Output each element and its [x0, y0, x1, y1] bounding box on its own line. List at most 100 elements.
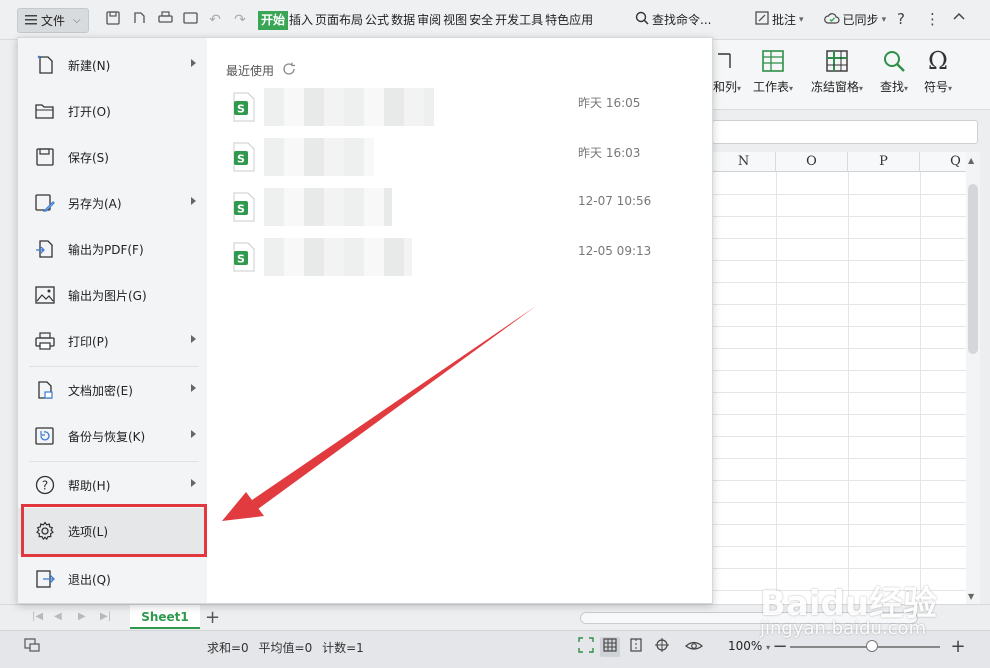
fullscreen-icon[interactable] — [576, 637, 596, 657]
freeze-pane-label: 冻结窗格 — [810, 80, 859, 94]
page-break-view-icon[interactable] — [626, 637, 646, 657]
redo-icon: ↷ — [234, 12, 246, 28]
svg-text:S: S — [237, 253, 245, 266]
help-icon[interactable]: ? — [897, 10, 905, 28]
prev-sheet-icon[interactable]: ◀ — [54, 611, 62, 622]
menu-item-label: 打开(O) — [68, 104, 111, 119]
column-header-q[interactable]: Q — [920, 152, 966, 172]
worksheet-button[interactable]: 工作表▾ — [748, 48, 798, 95]
macro-icon[interactable] — [22, 637, 42, 657]
recent-file-row[interactable]: S 12-07 10:56 — [232, 188, 692, 234]
grid-line — [848, 172, 849, 604]
menu-item-new[interactable]: 新建(N) — [18, 42, 207, 88]
more-icon[interactable]: ⋮ — [925, 10, 940, 28]
column-header-p[interactable]: P — [848, 152, 920, 172]
menu-item-backup[interactable]: 备份与恢复(K) — [18, 413, 207, 459]
next-sheet-icon[interactable]: ▶ — [78, 611, 86, 622]
menu-item-export-pdf[interactable]: 输出为PDF(F) — [18, 226, 207, 272]
recent-file-row[interactable]: S 昨天 16:05 — [232, 88, 692, 134]
formula-input[interactable] — [712, 120, 978, 144]
tab-home[interactable]: 开始 — [258, 11, 289, 30]
tab-developer[interactable]: 开发工具 — [494, 11, 544, 30]
zoom-in-icon[interactable]: + — [948, 637, 968, 657]
tab-page-layout[interactable]: 页面布局 — [314, 11, 364, 30]
print-quick-button[interactable] — [156, 11, 174, 29]
column-header-o[interactable]: O — [776, 152, 848, 172]
export-image-icon — [35, 285, 55, 305]
tab-features[interactable]: 特色应用 — [544, 11, 594, 30]
command-search[interactable]: 查找命令... — [635, 11, 711, 28]
command-search-label: 查找命令... — [652, 13, 712, 27]
spreadsheet-file-icon: S — [232, 142, 256, 172]
scroll-up-icon[interactable]: ▲ — [968, 156, 974, 165]
file-menu-button[interactable]: 文件 ⌵ — [17, 8, 89, 33]
menu-item-label: 退出(Q) — [68, 572, 111, 587]
sync-button[interactable]: 已同步 ▾ — [823, 11, 886, 28]
zoom-slider-knob[interactable] — [866, 640, 878, 652]
redo-button[interactable]: ↷ — [231, 11, 249, 29]
menu-item-save-as[interactable]: 另存为(A) — [18, 180, 207, 226]
normal-view-icon[interactable] — [600, 637, 620, 657]
grid-line — [712, 260, 966, 261]
scrollbar-thumb[interactable] — [968, 184, 978, 354]
menu-item-label: 输出为图片(G) — [68, 288, 147, 303]
top-toolbar: 文件 ⌵ ↶ ↷ 开始 插入 页面布局 公式 数据 审阅 视图 安全 开发工具 — [0, 0, 990, 40]
file-name-redacted — [264, 138, 374, 176]
zoom-level[interactable]: 100% ▾ — [728, 639, 770, 653]
first-sheet-icon[interactable]: |◀ — [32, 611, 43, 622]
average-label: 平均值=0 — [258, 641, 313, 655]
collapse-ribbon-icon[interactable] — [951, 8, 967, 28]
zoom-slider[interactable] — [790, 646, 940, 648]
grid-line — [712, 392, 966, 393]
spreadsheet-grid[interactable]: N O P Q — [712, 152, 966, 604]
spreadsheet-file-icon: S — [232, 92, 256, 122]
zoom-out-icon[interactable]: − — [770, 637, 790, 657]
exit-icon — [35, 569, 55, 589]
save-quick-button[interactable] — [104, 11, 122, 29]
row-col-button[interactable]: 和列▾ — [710, 48, 744, 95]
recent-file-row[interactable]: S 昨天 16:03 — [232, 138, 692, 184]
recent-files-header: 最近使用 — [226, 62, 296, 79]
annotate-button[interactable]: 批注 ▾ — [755, 11, 804, 28]
last-sheet-icon[interactable]: ▶| — [100, 611, 111, 622]
menu-item-exit[interactable]: 退出(Q) — [18, 556, 207, 602]
grid-line — [712, 568, 966, 569]
eye-protection-icon[interactable] — [684, 637, 704, 657]
scroll-down-icon[interactable]: ▼ — [968, 592, 974, 601]
menu-item-help[interactable]: ? 帮助(H) — [18, 462, 207, 508]
export-pdf-icon — [35, 239, 55, 259]
symbol-button[interactable]: Ω 符号▾ — [918, 48, 958, 95]
export-quick-button[interactable] — [130, 11, 148, 29]
menu-item-open[interactable]: 打开(O) — [18, 88, 207, 134]
sheet-tab[interactable]: Sheet1 — [130, 605, 200, 629]
column-header-n[interactable]: N — [712, 152, 776, 172]
menu-item-label: 打印(P) — [68, 334, 109, 349]
recent-file-row[interactable]: S 12-05 09:13 — [232, 238, 692, 284]
freeze-pane-button[interactable]: 冻结窗格▾ — [806, 48, 868, 95]
grid-line — [712, 524, 966, 525]
tab-review[interactable]: 审阅 — [416, 11, 442, 30]
undo-button[interactable]: ↶ — [206, 11, 224, 29]
tab-security[interactable]: 安全 — [468, 11, 494, 30]
submenu-arrow-icon — [191, 335, 196, 343]
zoom-value: 100% — [728, 639, 763, 653]
recent-files-title: 最近使用 — [226, 64, 275, 78]
chevron-down-icon: ⌵ — [73, 15, 81, 26]
grid-line — [712, 282, 966, 283]
file-name-redacted — [264, 238, 412, 276]
tab-view[interactable]: 视图 — [442, 11, 468, 30]
menu-item-export-image[interactable]: 输出为图片(G) — [18, 272, 207, 318]
tab-formula[interactable]: 公式 — [364, 11, 390, 30]
preview-icon — [181, 11, 199, 29]
reading-view-icon[interactable] — [652, 637, 672, 657]
menu-item-print[interactable]: 打印(P) — [18, 318, 207, 364]
refresh-icon[interactable] — [282, 62, 296, 79]
tab-insert[interactable]: 插入 — [288, 11, 314, 30]
add-sheet-icon[interactable]: + — [205, 607, 220, 628]
menu-item-encrypt[interactable]: 文档加密(E) — [18, 367, 207, 413]
preview-quick-button[interactable] — [181, 11, 199, 29]
tab-data[interactable]: 数据 — [390, 11, 416, 30]
menu-item-save[interactable]: 保存(S) — [18, 134, 207, 180]
vertical-scrollbar[interactable]: ▲ ▼ — [966, 152, 980, 604]
find-button[interactable]: 查找▾ — [874, 48, 914, 95]
